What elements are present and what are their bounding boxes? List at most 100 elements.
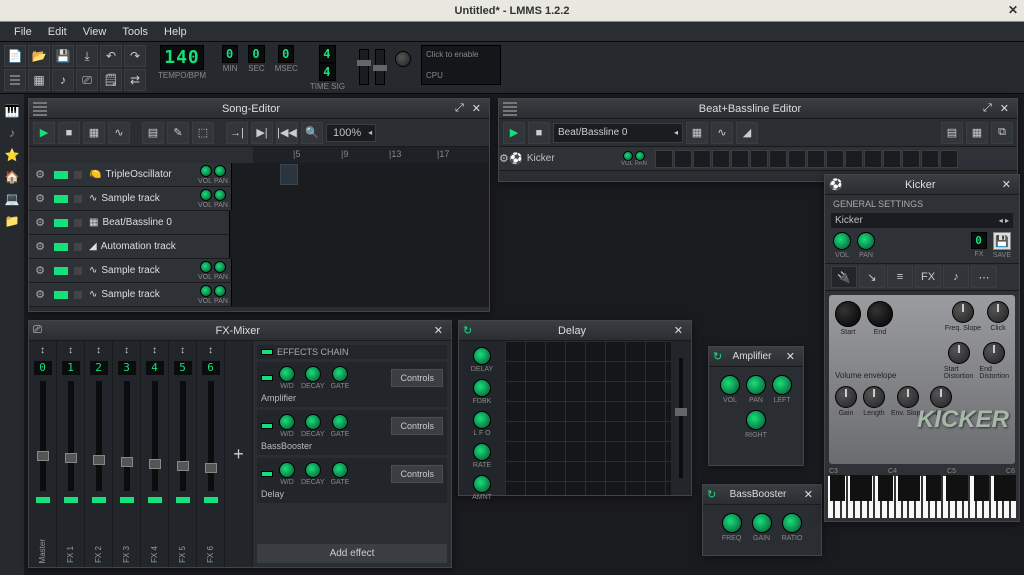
- add-track-button[interactable]: ▤: [142, 122, 164, 144]
- close-icon[interactable]: ✕: [468, 102, 485, 115]
- fx-w/d-knob[interactable]: [279, 414, 295, 430]
- bb-stop-button[interactable]: ■: [528, 122, 550, 144]
- close-icon[interactable]: ✕: [670, 324, 687, 337]
- close-icon[interactable]: ✕: [800, 488, 817, 501]
- fx-decay-knob[interactable]: [305, 414, 321, 430]
- controller-rack-toggle[interactable]: ⇄: [124, 69, 146, 91]
- kicker-pan-knob[interactable]: [857, 232, 875, 250]
- delay-output-slider[interactable]: [671, 341, 691, 495]
- delay-fdbk-knob[interactable]: [473, 379, 491, 397]
- mute-toggle[interactable]: [54, 291, 68, 299]
- fx-channel-strip[interactable]: ↕ 1 FX 1: [57, 341, 85, 567]
- kicker-piano[interactable]: [827, 475, 1017, 519]
- fx-channel-strip[interactable]: ↕ 2 FX 2: [85, 341, 113, 567]
- track-name[interactable]: ∿Sample track: [85, 193, 195, 204]
- fx-decay-knob[interactable]: [305, 462, 321, 478]
- length-knob[interactable]: [863, 386, 885, 408]
- start-freq-knob[interactable]: [835, 301, 861, 327]
- end-freq-knob[interactable]: [867, 301, 893, 327]
- black-key[interactable]: [1008, 475, 1016, 501]
- select-mode-button[interactable]: ⬚: [192, 122, 214, 144]
- track-pan-knob[interactable]: [214, 285, 226, 297]
- fx-mute-led[interactable]: [64, 497, 78, 503]
- solo-toggle[interactable]: [74, 243, 82, 251]
- menu-file[interactable]: File: [6, 24, 40, 40]
- bb-view2-button[interactable]: ▦: [966, 122, 988, 144]
- step-cell[interactable]: [769, 150, 787, 168]
- step-cell[interactable]: [807, 150, 825, 168]
- tab-env[interactable]: ↘: [859, 266, 885, 288]
- noise-knob[interactable]: [930, 386, 952, 408]
- bb-ratio-knob[interactable]: [782, 513, 802, 533]
- save-preset-button[interactable]: 💾: [993, 232, 1011, 250]
- track-vol-knob[interactable]: [200, 261, 212, 273]
- mute-toggle[interactable]: [54, 171, 68, 179]
- skip-back-button[interactable]: →|: [226, 122, 248, 144]
- new-file-button[interactable]: 📄: [4, 45, 26, 67]
- black-key[interactable]: [981, 475, 989, 501]
- solo-toggle[interactable]: [74, 291, 82, 299]
- delay-lfo-knob[interactable]: [473, 411, 491, 429]
- fx-channel-strip[interactable]: ↕ 0 Master: [29, 341, 57, 567]
- master-pitch-slider[interactable]: [375, 49, 385, 85]
- track-vol-knob[interactable]: [200, 165, 212, 177]
- track-clip-area[interactable]: [231, 187, 489, 210]
- record-accompany-button[interactable]: ∿: [108, 122, 130, 144]
- send-arrow-icon[interactable]: ↕: [152, 345, 157, 359]
- kicker-vol-knob[interactable]: [833, 232, 851, 250]
- step-cell[interactable]: [731, 150, 749, 168]
- menu-view[interactable]: View: [75, 24, 115, 40]
- gear-icon[interactable]: ⚙: [29, 212, 51, 234]
- send-arrow-icon[interactable]: ↕: [208, 345, 213, 359]
- fx-mute-led[interactable]: [36, 497, 50, 503]
- step-cell[interactable]: [940, 150, 958, 168]
- fx-channel-strip[interactable]: ↕ 4 FX 4: [141, 341, 169, 567]
- track-name[interactable]: ∿Sample track: [85, 289, 195, 300]
- sidebar-projects[interactable]: 📁: [3, 212, 21, 230]
- master-pitch-knob[interactable]: [395, 51, 411, 67]
- piano-roll-toggle[interactable]: ♪: [52, 69, 74, 91]
- step-cell[interactable]: [655, 150, 673, 168]
- fx-controls-button[interactable]: Controls: [391, 417, 443, 435]
- step-cell[interactable]: [693, 150, 711, 168]
- track-vol-knob[interactable]: [200, 285, 212, 297]
- fx-gate-knob[interactable]: [332, 366, 348, 382]
- undo-button[interactable]: ↶: [100, 45, 122, 67]
- tab-plugin[interactable]: 🔌: [831, 266, 857, 288]
- solo-toggle[interactable]: [74, 267, 82, 275]
- step-cell[interactable]: [902, 150, 920, 168]
- track-name[interactable]: ∿Sample track: [85, 265, 195, 276]
- fx-fader[interactable]: [68, 381, 74, 491]
- fx-w/d-knob[interactable]: [279, 366, 295, 382]
- black-key[interactable]: [960, 475, 968, 501]
- preset-combo[interactable]: Kicker◂ ▸: [831, 213, 1013, 228]
- track-clip-area[interactable]: [231, 283, 489, 306]
- step-cell[interactable]: [826, 150, 844, 168]
- master-volume-slider[interactable]: [359, 49, 369, 85]
- amp-right-knob[interactable]: [746, 410, 766, 430]
- step-cell[interactable]: [921, 150, 939, 168]
- fx-channel-strip[interactable]: ↕ 6 FX 6: [197, 341, 225, 567]
- black-key[interactable]: [837, 475, 845, 501]
- bb-vol-knob[interactable]: [623, 151, 633, 161]
- track-clip-area[interactable]: [229, 211, 489, 234]
- rewind-button[interactable]: ▶|: [251, 122, 273, 144]
- send-arrow-icon[interactable]: ↕: [180, 345, 185, 359]
- kicker-fx-display[interactable]: 0: [971, 232, 987, 249]
- bb-pattern-combo[interactable]: Beat/Bassline 0◂: [553, 123, 683, 143]
- track-vol-knob[interactable]: [200, 189, 212, 201]
- fast-forward-button[interactable]: |◀◀: [276, 122, 298, 144]
- fx-fader[interactable]: [208, 381, 214, 491]
- send-arrow-icon[interactable]: ↕: [40, 345, 45, 359]
- bb-play-button[interactable]: ▶: [503, 122, 525, 144]
- fx-mute-led[interactable]: [92, 497, 106, 503]
- fx-w/d-knob[interactable]: [279, 462, 295, 478]
- delay-amnt-knob[interactable]: [473, 475, 491, 493]
- fx-enable-led[interactable]: [261, 375, 273, 381]
- gear-icon[interactable]: ⚙: [29, 188, 51, 210]
- step-cell[interactable]: [788, 150, 806, 168]
- track-name[interactable]: ◢Automation track: [85, 241, 195, 252]
- fx-mute-led[interactable]: [176, 497, 190, 503]
- cpu-hint[interactable]: Click to enable: [426, 50, 478, 59]
- sidebar-home[interactable]: 🏠: [3, 168, 21, 186]
